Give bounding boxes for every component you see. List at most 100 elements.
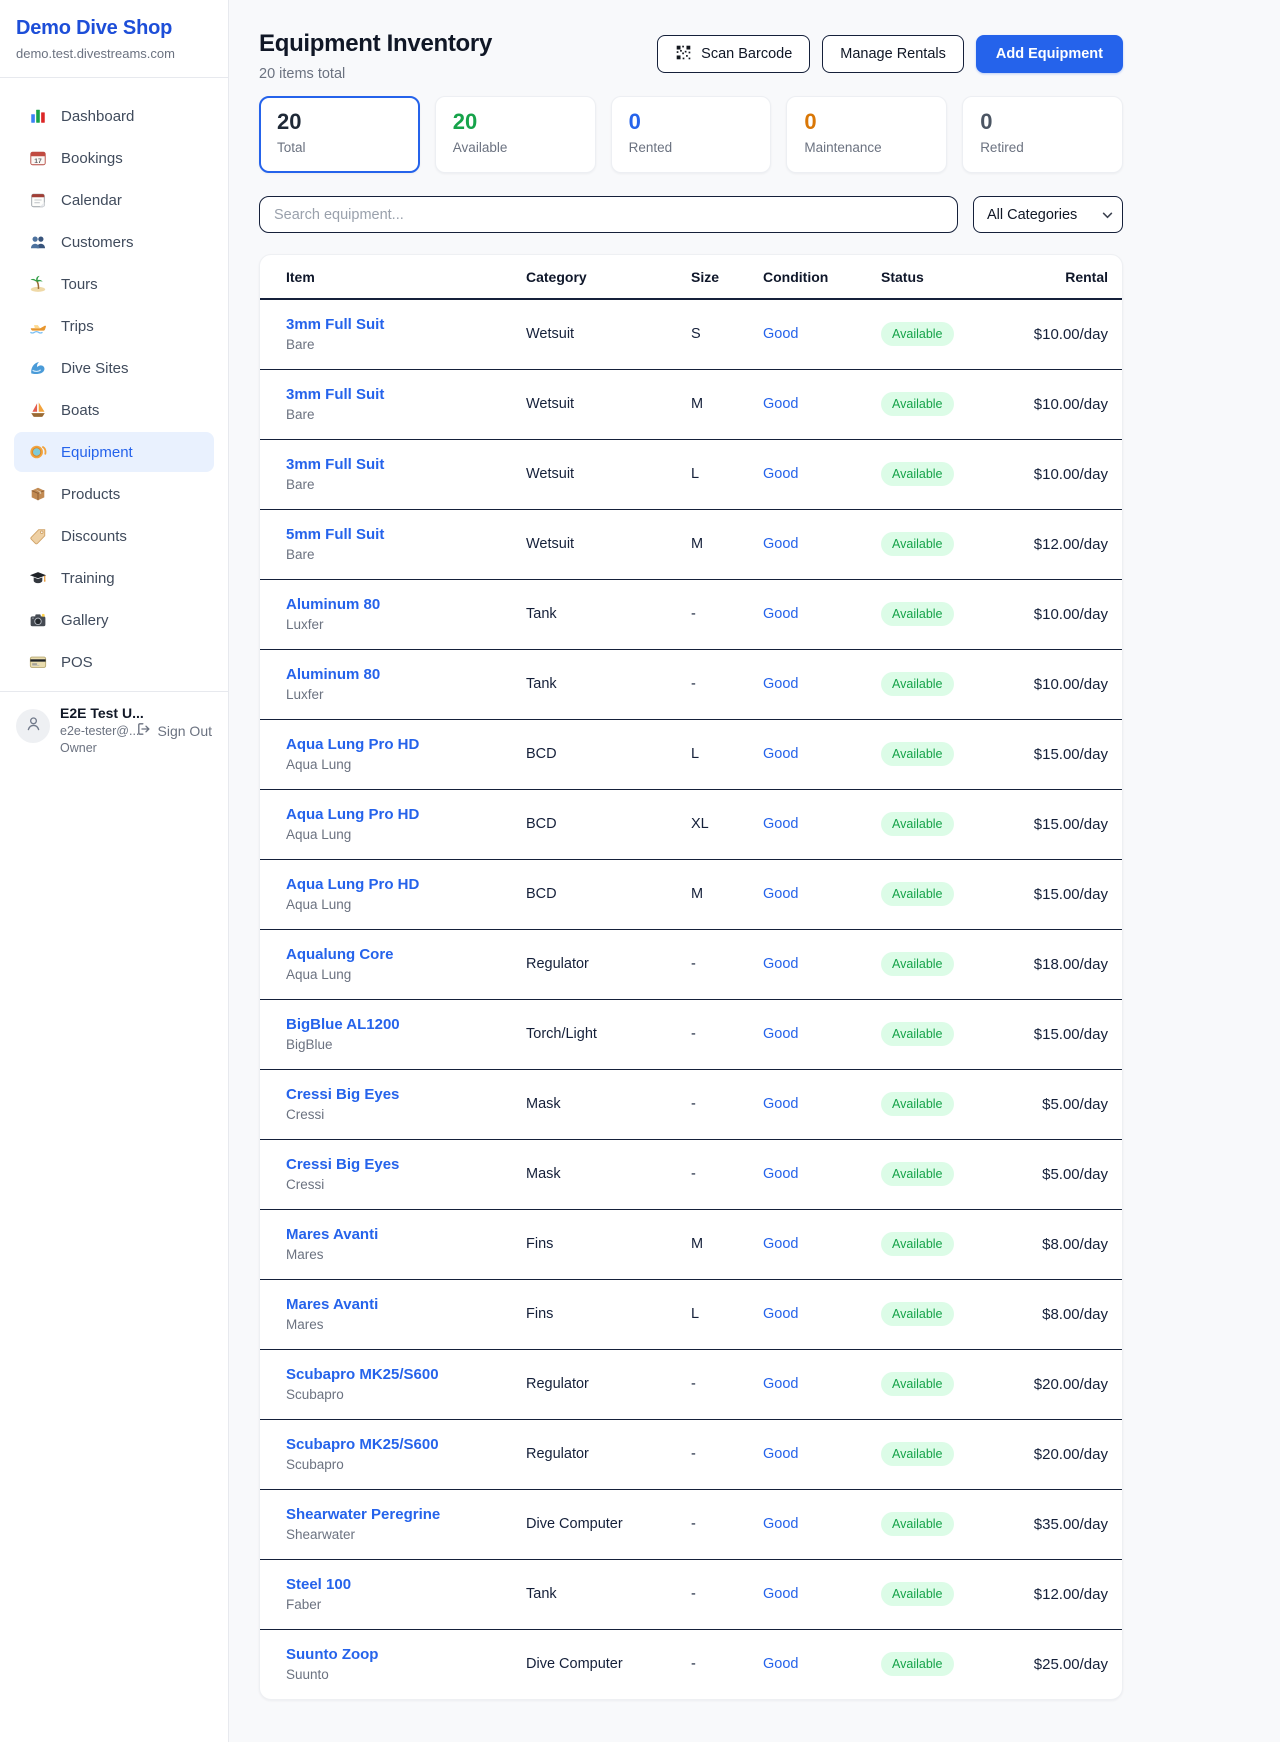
item-category: Regulator bbox=[526, 1349, 691, 1419]
sidebar-item-icon bbox=[28, 442, 48, 462]
item-name-link[interactable]: Aqua Lung Pro HD bbox=[286, 736, 419, 753]
item-brand: Aqua Lung bbox=[286, 897, 526, 912]
item-condition-link[interactable]: Good bbox=[763, 396, 798, 412]
item-name-link[interactable]: 3mm Full Suit bbox=[286, 456, 384, 473]
category-select[interactable]: All Categories bbox=[973, 196, 1123, 233]
sidebar-item-label: Training bbox=[61, 570, 115, 587]
item-condition-link[interactable]: Good bbox=[763, 956, 798, 972]
item-name-link[interactable]: Scubapro MK25/S600 bbox=[286, 1436, 439, 1453]
item-name-link[interactable]: Aqua Lung Pro HD bbox=[286, 876, 419, 893]
item-name-link[interactable]: Aluminum 80 bbox=[286, 666, 380, 683]
sidebar-item-dive-sites[interactable]: Dive Sites bbox=[14, 348, 214, 388]
item-name-link[interactable]: Cressi Big Eyes bbox=[286, 1086, 399, 1103]
sidebar-item-icon bbox=[28, 526, 48, 546]
item-name-link[interactable]: 5mm Full Suit bbox=[286, 526, 384, 543]
item-name-link[interactable]: 3mm Full Suit bbox=[286, 386, 384, 403]
header-actions: Scan Barcode Manage Rentals Add Equipmen… bbox=[657, 35, 1123, 73]
item-condition-link[interactable]: Good bbox=[763, 1096, 798, 1112]
item-category: BCD bbox=[526, 719, 691, 789]
item-condition-link[interactable]: Good bbox=[763, 1586, 798, 1602]
stat-card-retired[interactable]: 0 Retired bbox=[962, 96, 1123, 173]
sidebar-item-pos[interactable]: POS bbox=[14, 642, 214, 682]
sidebar-item-gallery[interactable]: Gallery bbox=[14, 600, 214, 640]
app-root: Demo Dive Shop demo.test.divestreams.com… bbox=[0, 0, 1280, 1742]
sidebar-item-label: Bookings bbox=[61, 150, 123, 167]
item-brand: Bare bbox=[286, 337, 526, 352]
table-header: Item Category Size Condition Status Rent… bbox=[260, 255, 1123, 299]
user-name: E2E Test U... bbox=[60, 705, 136, 721]
stat-card-available[interactable]: 20 Available bbox=[435, 96, 596, 173]
item-condition-link[interactable]: Good bbox=[763, 1026, 798, 1042]
scan-barcode-button[interactable]: Scan Barcode bbox=[657, 35, 810, 73]
item-size: - bbox=[691, 929, 763, 999]
add-equipment-button[interactable]: Add Equipment bbox=[976, 35, 1123, 73]
item-category: Dive Computer bbox=[526, 1489, 691, 1559]
sidebar-item-icon bbox=[28, 568, 48, 588]
sidebar-item-label: POS bbox=[61, 654, 93, 671]
item-condition-link[interactable]: Good bbox=[763, 536, 798, 552]
sidebar-item-trips[interactable]: Trips bbox=[14, 306, 214, 346]
item-condition-link[interactable]: Good bbox=[763, 1306, 798, 1322]
item-name-link[interactable]: Suunto Zoop bbox=[286, 1646, 378, 1663]
item-name-link[interactable]: BigBlue AL1200 bbox=[286, 1016, 400, 1033]
item-category: Tank bbox=[526, 1559, 691, 1629]
item-name-link[interactable]: 3mm Full Suit bbox=[286, 316, 384, 333]
item-condition-link[interactable]: Good bbox=[763, 1516, 798, 1532]
sidebar-item-dashboard[interactable]: Dashboard bbox=[14, 96, 214, 136]
item-condition-link[interactable]: Good bbox=[763, 466, 798, 482]
sidebar-item-tours[interactable]: Tours bbox=[14, 264, 214, 304]
item-category: Dive Computer bbox=[526, 1629, 691, 1699]
sidebar-item-equipment[interactable]: Equipment bbox=[14, 432, 214, 472]
item-condition-link[interactable]: Good bbox=[763, 1446, 798, 1462]
stat-card-total[interactable]: 20 Total bbox=[259, 96, 420, 173]
item-name-link[interactable]: Shearwater Peregrine bbox=[286, 1506, 440, 1523]
item-name-link[interactable]: Aqua Lung Pro HD bbox=[286, 806, 419, 823]
item-size: L bbox=[691, 439, 763, 509]
status-badge: Available bbox=[881, 742, 954, 766]
category-selected-value: All Categories bbox=[987, 207, 1077, 223]
item-condition-link[interactable]: Good bbox=[763, 1236, 798, 1252]
stat-card-maintenance[interactable]: 0 Maintenance bbox=[786, 96, 947, 173]
table-row: 3mm Full Suit Bare Wetsuit L Good Availa… bbox=[260, 439, 1123, 509]
sidebar-item-products[interactable]: Products bbox=[14, 474, 214, 514]
item-name-link[interactable]: Aqualung Core bbox=[286, 946, 394, 963]
status-badge: Available bbox=[881, 392, 954, 416]
item-category: Wetsuit bbox=[526, 369, 691, 439]
table-row: 3mm Full Suit Bare Wetsuit M Good Availa… bbox=[260, 369, 1123, 439]
item-condition-link[interactable]: Good bbox=[763, 746, 798, 762]
stats-row: 20 Total 20 Available 0 Rented 0 bbox=[259, 96, 1123, 173]
item-condition-link[interactable]: Good bbox=[763, 676, 798, 692]
item-name-link[interactable]: Aluminum 80 bbox=[286, 596, 380, 613]
sign-out-button[interactable]: Sign Out bbox=[136, 721, 212, 740]
search-input[interactable] bbox=[259, 196, 958, 233]
item-condition-link[interactable]: Good bbox=[763, 1656, 798, 1672]
item-condition-link[interactable]: Good bbox=[763, 1376, 798, 1392]
table-row: Steel 100 Faber Tank - Good Available $1… bbox=[260, 1559, 1123, 1629]
brand-domain: demo.test.divestreams.com bbox=[16, 46, 212, 61]
table-row: Aqua Lung Pro HD Aqua Lung BCD M Good Av… bbox=[260, 859, 1123, 929]
table-row: 3mm Full Suit Bare Wetsuit S Good Availa… bbox=[260, 299, 1123, 369]
sidebar-item-bookings[interactable]: 17 Bookings bbox=[14, 138, 214, 178]
item-condition-link[interactable]: Good bbox=[763, 886, 798, 902]
item-brand: Luxfer bbox=[286, 617, 526, 632]
sidebar-item-icon bbox=[28, 400, 48, 420]
item-rental-price: $35.00/day bbox=[1026, 1489, 1123, 1559]
sidebar-item-customers[interactable]: Customers bbox=[14, 222, 214, 262]
item-name-link[interactable]: Scubapro MK25/S600 bbox=[286, 1366, 439, 1383]
item-condition-link[interactable]: Good bbox=[763, 326, 798, 342]
item-condition-link[interactable]: Good bbox=[763, 606, 798, 622]
item-name-link[interactable]: Steel 100 bbox=[286, 1576, 351, 1593]
item-name-link[interactable]: Mares Avanti bbox=[286, 1226, 378, 1243]
item-condition-link[interactable]: Good bbox=[763, 1166, 798, 1182]
manage-rentals-button[interactable]: Manage Rentals bbox=[822, 35, 964, 73]
sidebar-item-icon bbox=[28, 610, 48, 630]
sidebar-item-calendar[interactable]: Calendar bbox=[14, 180, 214, 220]
item-condition-link[interactable]: Good bbox=[763, 816, 798, 832]
sidebar-item-boats[interactable]: Boats bbox=[14, 390, 214, 430]
brand-name[interactable]: Demo Dive Shop bbox=[16, 17, 212, 40]
item-name-link[interactable]: Mares Avanti bbox=[286, 1296, 378, 1313]
item-name-link[interactable]: Cressi Big Eyes bbox=[286, 1156, 399, 1173]
stat-card-rented[interactable]: 0 Rented bbox=[611, 96, 772, 173]
sidebar-item-discounts[interactable]: Discounts bbox=[14, 516, 214, 556]
sidebar-item-training[interactable]: Training bbox=[14, 558, 214, 598]
